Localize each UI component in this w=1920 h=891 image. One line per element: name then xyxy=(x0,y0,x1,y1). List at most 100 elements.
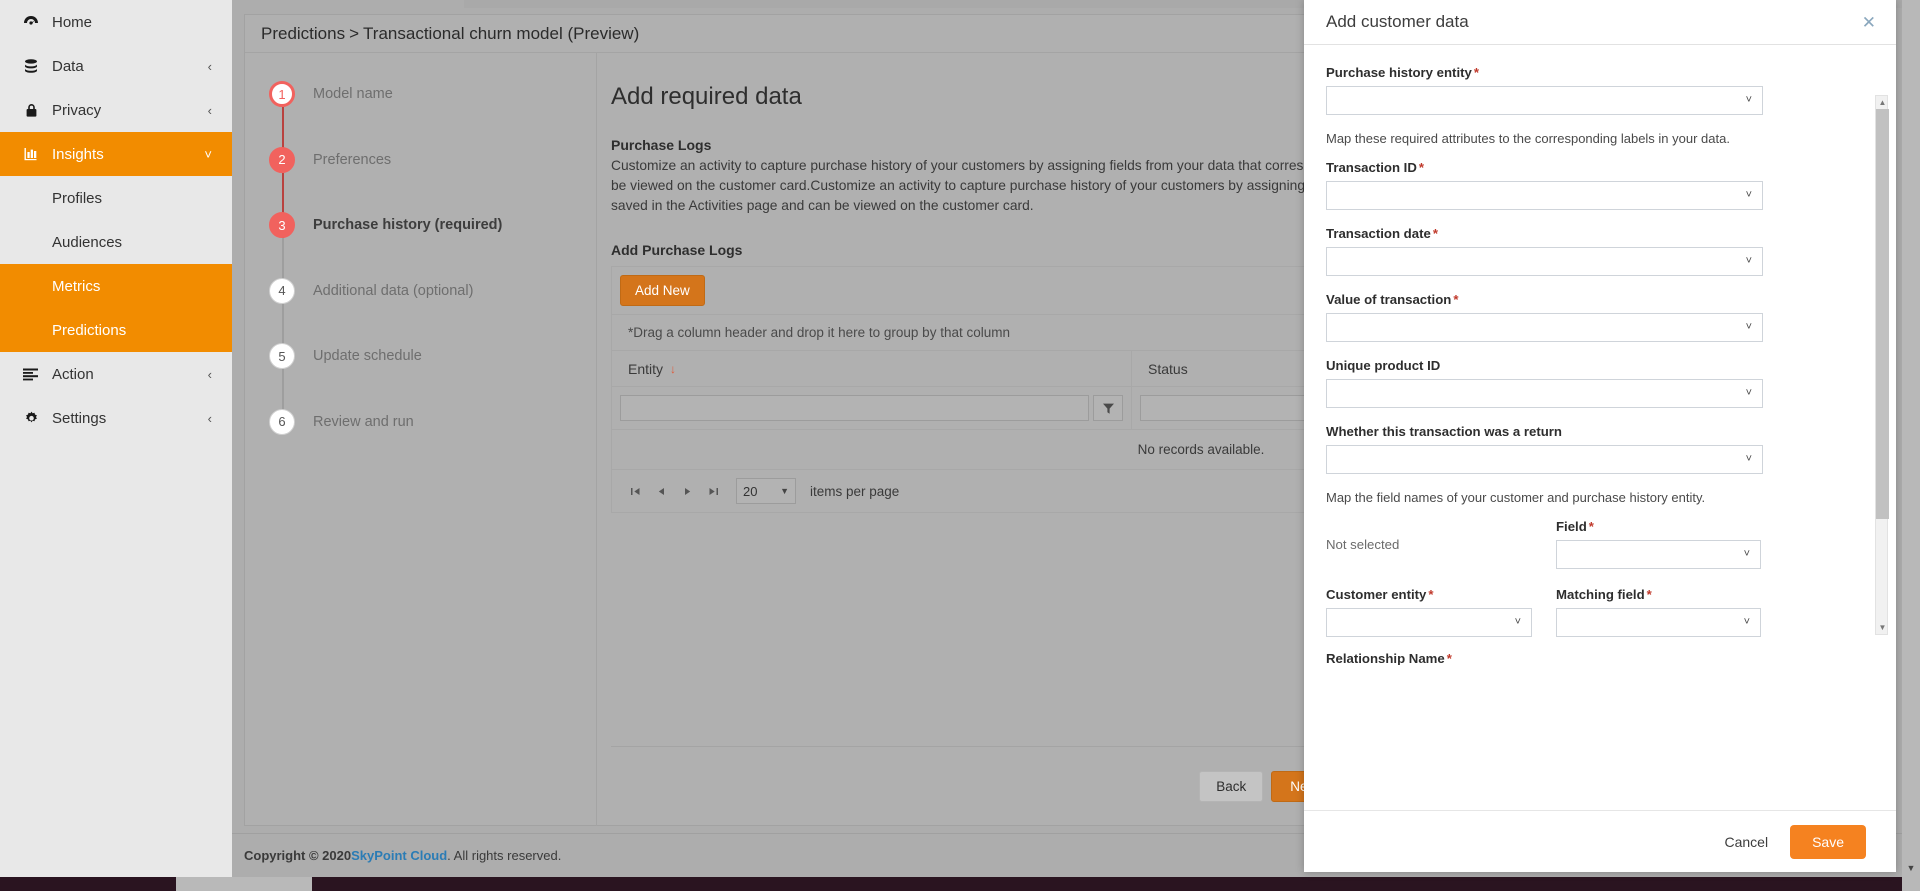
brand-link[interactable]: SkyPoint Cloud xyxy=(351,848,447,863)
list-icon xyxy=(20,365,42,383)
back-button[interactable]: Back xyxy=(1199,771,1264,802)
sidebar-item-home-label: Home xyxy=(52,13,93,31)
page-scroll-down-icon[interactable]: ▼ xyxy=(1902,859,1920,877)
add-customer-data-modal: Add customer data ✕ Purchase history ent… xyxy=(1304,0,1896,872)
sidebar: Home Data ‹ Privacy ‹ Insights ˅ Profile… xyxy=(0,0,232,891)
step-3[interactable]: 3 Purchase history (required) xyxy=(245,212,596,303)
items-per-page-label: items per page xyxy=(810,483,900,499)
sidebar-item-metrics[interactable]: Metrics xyxy=(0,264,232,308)
sidebar-item-settings[interactable]: Settings ‹ xyxy=(0,396,232,440)
modal-scroll-thumb[interactable] xyxy=(1876,109,1889,519)
sidebar-item-action[interactable]: Action ‹ xyxy=(0,352,232,396)
field-select[interactable]: ˅ xyxy=(1556,540,1761,569)
scroll-up-icon[interactable]: ▲ xyxy=(1876,96,1889,109)
page-size-value: 20 xyxy=(743,483,758,499)
step-1-label: Model name xyxy=(313,86,393,102)
step-5[interactable]: 5 Update schedule xyxy=(245,343,596,434)
funnel-icon[interactable] xyxy=(1093,395,1123,421)
grid-filter-entity-cell xyxy=(612,387,1132,429)
field-relationship-name: Relationship Name * xyxy=(1326,651,1866,665)
modal-helper-top: Map these required attributes to the cor… xyxy=(1326,131,1730,146)
field-transaction-id-label: Transaction ID * xyxy=(1326,160,1866,175)
step-6[interactable]: 6 Review and run xyxy=(245,408,596,475)
step-6-number: 6 xyxy=(269,408,295,435)
grid-column-status-label: Status xyxy=(1148,361,1188,377)
next-page-icon[interactable] xyxy=(674,478,700,504)
step-1[interactable]: 1 Model name xyxy=(245,81,596,172)
sidebar-item-insights-label: Insights xyxy=(52,145,104,163)
transaction-id-select[interactable]: ˅ xyxy=(1326,181,1763,210)
field-unique-product-id: Unique product ID ˅ xyxy=(1326,358,1866,408)
chevron-down-icon: ˅ xyxy=(1745,255,1752,267)
close-icon[interactable]: ✕ xyxy=(1862,14,1876,31)
field-field: Field * ˅ xyxy=(1556,519,1761,569)
required-marker: * xyxy=(1473,65,1479,80)
gear-icon xyxy=(20,409,42,427)
required-marker: * xyxy=(1428,587,1434,602)
sidebar-item-home[interactable]: Home xyxy=(0,0,232,44)
sidebar-item-action-label: Action xyxy=(52,365,94,383)
chevron-down-icon: ˅ xyxy=(1745,321,1752,333)
label-text: Customer entity xyxy=(1326,587,1427,602)
transaction-return-select[interactable]: ˅ xyxy=(1326,445,1763,474)
first-page-icon[interactable] xyxy=(622,478,648,504)
grid-column-entity-label: Entity xyxy=(628,361,664,377)
step-3-number: 3 xyxy=(269,212,295,238)
step-2[interactable]: 2 Preferences xyxy=(245,146,596,238)
sidebar-item-profiles-label: Profiles xyxy=(52,189,103,207)
grid-column-entity[interactable]: Entity ↓ xyxy=(612,351,1132,386)
transaction-date-select[interactable]: ˅ xyxy=(1326,247,1763,276)
field-customer-entity: Customer entity * ˅ xyxy=(1326,587,1532,637)
app-root: Home Data ‹ Privacy ‹ Insights ˅ Profile… xyxy=(0,0,1920,891)
chevron-left-icon: ‹ xyxy=(207,366,212,382)
label-text: Matching field xyxy=(1556,587,1645,602)
add-new-button[interactable]: Add New xyxy=(620,275,705,306)
chevron-down-icon: ˅ xyxy=(1514,616,1521,628)
field-transaction-date-label: Transaction date * xyxy=(1326,226,1866,241)
field-purchase-history-entity-label: Purchase history entity * xyxy=(1326,65,1866,80)
step-4[interactable]: 4 Additional data (optional) xyxy=(245,277,596,369)
required-marker: * xyxy=(1432,226,1438,241)
step-2-label: Preferences xyxy=(313,151,392,168)
field-customer-entity-label: Customer entity * xyxy=(1326,587,1532,602)
value-of-transaction-select[interactable]: ˅ xyxy=(1326,313,1763,342)
page-size-select[interactable]: 20 ▼ xyxy=(736,478,796,504)
customer-entity-select[interactable]: ˅ xyxy=(1326,608,1532,637)
sidebar-item-predictions[interactable]: Predictions xyxy=(0,308,232,352)
breadcrumb-root[interactable]: Predictions xyxy=(261,24,345,44)
field-transaction-return: Whether this transaction was a return ˅ xyxy=(1326,424,1866,474)
page-scrollbar[interactable]: ▼ xyxy=(1902,0,1920,891)
modal-scrollbar[interactable]: ▲ ▼ xyxy=(1875,95,1889,635)
cancel-button[interactable]: Cancel xyxy=(1718,826,1774,858)
grid-filter-entity-input[interactable] xyxy=(620,395,1089,421)
sidebar-item-audiences[interactable]: Audiences xyxy=(0,220,232,264)
sidebar-item-insights[interactable]: Insights ˅ xyxy=(0,132,232,176)
sidebar-item-profiles[interactable]: Profiles xyxy=(0,176,232,220)
matching-field-select[interactable]: ˅ xyxy=(1556,608,1761,637)
step-4-label: Additional data (optional) xyxy=(313,282,474,299)
breadcrumb-current: Transactional churn model (Preview) xyxy=(363,23,640,43)
last-page-icon[interactable] xyxy=(700,478,726,504)
chevron-down-icon: ˅ xyxy=(1743,548,1750,560)
dashboard-icon xyxy=(20,13,42,31)
scroll-down-icon[interactable]: ▼ xyxy=(1876,621,1889,634)
save-button[interactable]: Save xyxy=(1790,824,1866,859)
sidebar-item-data[interactable]: Data ‹ xyxy=(0,44,232,88)
os-taskbar-strip xyxy=(0,877,1920,891)
field-transaction-return-label: Whether this transaction was a return xyxy=(1326,424,1562,439)
sidebar-item-privacy[interactable]: Privacy ‹ xyxy=(0,88,232,132)
required-marker: * xyxy=(1453,292,1459,307)
required-marker: * xyxy=(1446,651,1452,665)
step-5-label: Update schedule xyxy=(313,348,422,364)
prev-page-icon[interactable] xyxy=(648,478,674,504)
modal-footer: Cancel Save xyxy=(1304,810,1896,872)
purchase-history-entity-select[interactable]: ˅ xyxy=(1326,86,1763,115)
lock-icon xyxy=(20,101,42,119)
taskbar-window-chip[interactable] xyxy=(176,877,312,891)
required-marker: * xyxy=(1646,587,1652,602)
unique-product-id-select[interactable]: ˅ xyxy=(1326,379,1763,408)
chevron-down-icon: ˅ xyxy=(1745,453,1752,465)
database-icon xyxy=(20,57,42,75)
step-6-label: Review and run xyxy=(313,413,414,430)
step-5-number: 5 xyxy=(269,343,295,369)
